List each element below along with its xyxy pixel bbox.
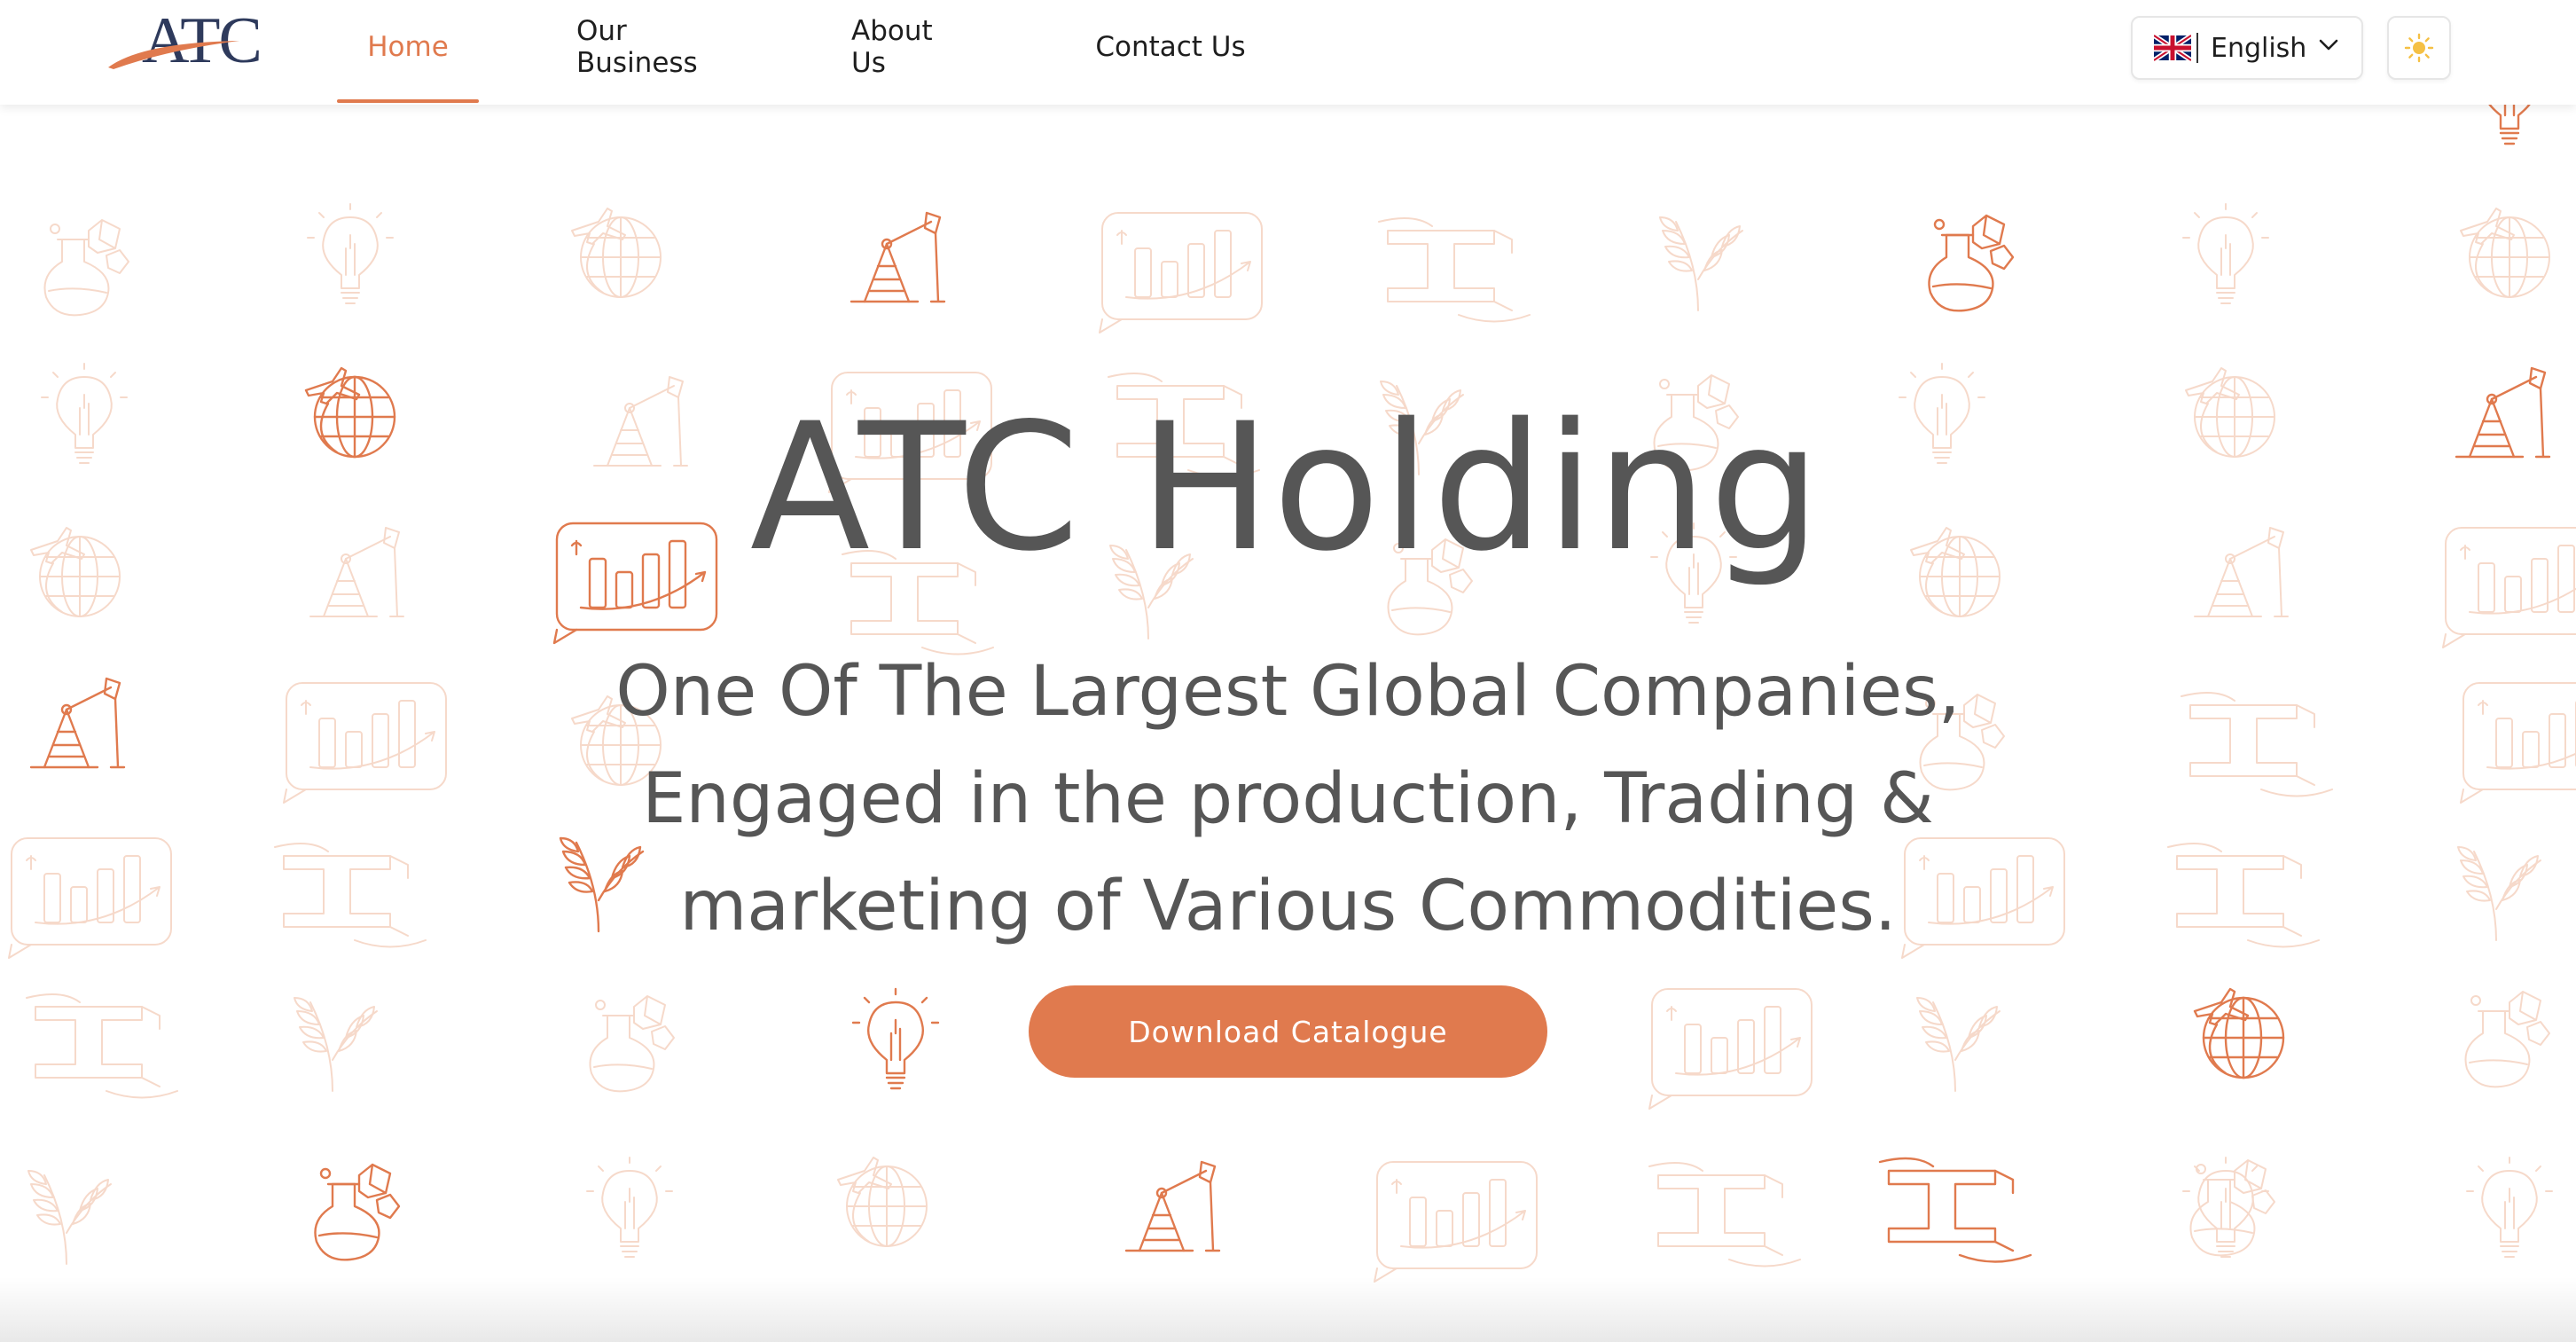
hero-subtitle-line: marketing of Various Commodities. bbox=[679, 867, 1897, 946]
language-label: English bbox=[2211, 32, 2307, 64]
atc-logo[interactable]: ATC bbox=[106, 7, 288, 73]
theme-toggle-button[interactable] bbox=[2387, 16, 2451, 80]
nav-our-business-label: Our Business bbox=[576, 15, 698, 79]
page: ATC Home Our Business About Us Contact U… bbox=[0, 0, 2576, 1342]
sun-icon bbox=[2404, 33, 2434, 63]
nav-our-business[interactable]: Our Business bbox=[550, 0, 780, 105]
hero-subtitle-line: Engaged in the production, Trading & bbox=[642, 759, 1934, 839]
main-nav: Home Our Business About Us Contact Us bbox=[337, 0, 1277, 105]
hero-title: ATC Holding bbox=[749, 385, 1823, 590]
nav-contact-us-label: Contact Us bbox=[1095, 31, 1246, 63]
language-select[interactable]: English bbox=[2131, 16, 2363, 80]
nav-contact-us[interactable]: Contact Us bbox=[1064, 0, 1277, 105]
hero-subtitle: One Of The Largest Global Companies, Eng… bbox=[0, 639, 2576, 961]
bottom-fade bbox=[0, 1277, 2576, 1342]
svg-text:ATC: ATC bbox=[142, 7, 261, 73]
hero-subtitle-line: One Of The Largest Global Companies, bbox=[615, 652, 1961, 732]
nav-about-us-label: About Us bbox=[851, 15, 933, 79]
chevron-down-icon bbox=[2319, 39, 2338, 51]
language-divider bbox=[2196, 33, 2198, 63]
nav-home-label: Home bbox=[367, 31, 449, 63]
download-catalogue-button[interactable]: Download Catalogue bbox=[1029, 985, 1547, 1078]
uk-flag-icon bbox=[2154, 35, 2191, 61]
nav-home[interactable]: Home bbox=[337, 0, 479, 105]
site-header: ATC Home Our Business About Us Contact U… bbox=[0, 0, 2576, 105]
nav-about-us[interactable]: About Us bbox=[825, 0, 1002, 105]
